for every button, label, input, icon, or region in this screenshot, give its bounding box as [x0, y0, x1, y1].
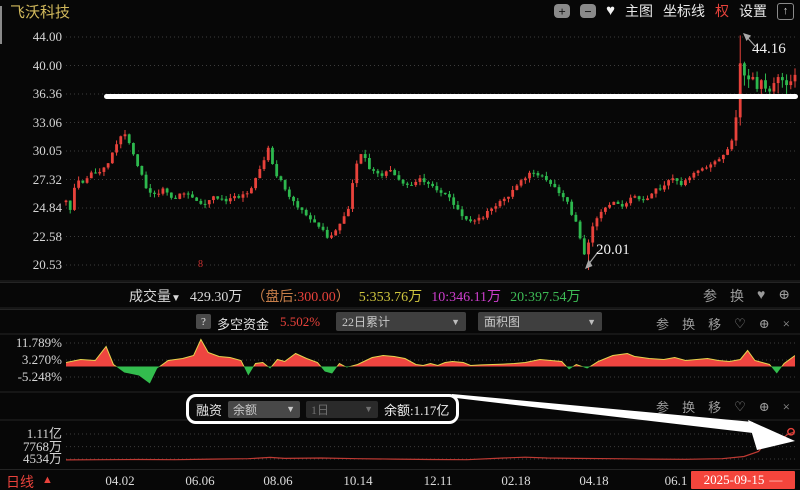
balance-dropdown[interactable]: 余额▼ [228, 401, 300, 418]
y-axis-label: 30.05 [0, 144, 62, 158]
y-axis-label: 27.32 [0, 173, 62, 187]
x-axis-date-label: 12.11 [424, 473, 453, 489]
param-button[interactable]: 参 [656, 314, 669, 333]
current-date-badge[interactable]: 2025-09-15— [691, 471, 795, 489]
volume-label: 成交量▼ [129, 286, 181, 306]
favorite-heart-icon[interactable]: ♥ [606, 3, 615, 20]
chevron-down-icon: ▼ [451, 317, 460, 327]
expand-icon[interactable]: ↑ [777, 3, 794, 20]
switch-button[interactable]: 换 [682, 314, 695, 333]
zoom-out-button[interactable]: − [580, 4, 596, 18]
chevron-down-icon: ▼ [364, 404, 373, 414]
duokong-actions: 参 换 移 ♡ ⊕ × [656, 314, 790, 333]
stock-chart-app: 飞沃科技 + − ♥ 主图 坐标线 权 设置 ↑ 成交量▼ 429.30万 （盘… [0, 0, 800, 490]
y-axis-label: 20.53 [0, 258, 62, 272]
volume-bar: 成交量▼ 429.30万 （盘后:300.00） 5:353.76万 10:34… [0, 282, 800, 308]
chevron-down-icon: ▼ [587, 317, 596, 327]
volume-ma20: 20:397.54万 [510, 286, 580, 306]
volume-ma10: 10:346.11万 [431, 286, 501, 306]
y-axis-label: 4534万 [0, 452, 62, 466]
y-axis-label: -5.248% [0, 370, 62, 384]
magnifier-plus-icon[interactable]: ⊕ [778, 287, 790, 304]
settings-button[interactable]: 设置 [739, 1, 767, 21]
rongzi-label: 融资 [196, 400, 222, 419]
rongzi-actions: 参 换 移 ♡ ⊕ × [656, 397, 790, 416]
period-dropdown[interactable]: 22日累计▼ [336, 312, 466, 331]
duokong-header: ? 多空资金 5.502% 22日累计▼ 面积图▼ 参 换 移 ♡ ⊕ × [0, 309, 800, 334]
y-axis-label: 36.36 [0, 87, 62, 101]
heart-outline-icon[interactable]: ♡ [734, 399, 746, 415]
zoom-in-button[interactable]: + [554, 4, 570, 18]
rongzi-line-series [66, 429, 795, 460]
candlestick-series [65, 35, 797, 270]
y-axis-label: 3.270% [0, 353, 62, 367]
stock-name: 飞沃科技 [10, 1, 70, 22]
duokong-label: 多空资金 [217, 314, 269, 333]
x-axis-date-label: 06.06 [185, 473, 214, 489]
switch-button[interactable]: 换 [730, 286, 744, 306]
y-axis-label: 40.00 [0, 59, 62, 73]
switch-button[interactable]: 换 [682, 397, 695, 416]
coordinate-line-button[interactable]: 坐标线 [663, 1, 705, 21]
x-axis-date-label: 04.02 [105, 473, 134, 489]
help-icon[interactable]: ? [196, 314, 211, 329]
x-axis-date-label: 08.06 [263, 473, 292, 489]
low-price-annotation: 20.01 [596, 242, 630, 259]
x-axis-date-label: 10.14 [343, 473, 372, 489]
volume-actions: 参 换 ♥ ⊕ [703, 286, 800, 306]
up-triangle-icon[interactable]: ▲ [42, 474, 53, 486]
after-hours-value: （盘后:300.00） [251, 286, 349, 306]
rights-adjust-button[interactable]: 权 [715, 1, 729, 21]
volume-value: 429.30万 [190, 286, 243, 306]
style-dropdown[interactable]: 面积图▼ [478, 312, 602, 331]
x-axis: 日线 ▲ 04.02 06.06 08.06 10.14 12.11 02.18 04.18… [0, 469, 800, 490]
top-toolbar: + − ♥ 主图 坐标线 权 设置 ↑ [554, 1, 794, 21]
heart-outline-icon[interactable]: ♡ [734, 316, 746, 332]
y-axis-label: 11.789% [0, 336, 62, 350]
drag-handle-icon: — [769, 472, 782, 488]
x-axis-date-label: 06.1 [665, 473, 688, 489]
chevron-down-icon: ▼ [286, 404, 295, 414]
move-button[interactable]: 移 [708, 314, 721, 333]
high-price-annotation: 44.16 [752, 41, 786, 58]
balance-value: 余额:1.17亿 [384, 400, 449, 419]
volume-ma5: 5:353.76万 [359, 286, 422, 306]
x-axis-date-label: 04.18 [579, 473, 608, 489]
x-axis-date-label: 02.18 [501, 473, 530, 489]
y-axis-label: 24.84 [0, 201, 62, 215]
y-axis-label: 44.00 [0, 30, 62, 44]
event-marker: 8 [198, 259, 203, 270]
duokong-value: 5.502% [280, 314, 320, 330]
main-chart-button[interactable]: 主图 [625, 1, 653, 21]
param-button[interactable]: 参 [703, 286, 717, 306]
interval-dropdown[interactable]: 1日▼ [306, 401, 378, 418]
magnifier-plus-icon[interactable]: ⊕ [759, 399, 770, 415]
param-button[interactable]: 参 [656, 397, 669, 416]
annotation-highlight-box: 融资 余额▼ 1日▼ 余额:1.17亿 [186, 394, 459, 424]
move-button[interactable]: 移 [708, 397, 721, 416]
close-icon[interactable]: × [783, 316, 790, 332]
magnifier-plus-icon[interactable]: ⊕ [759, 316, 770, 332]
y-axis-label: 22.58 [0, 230, 62, 244]
y-axis-label: 33.06 [0, 116, 62, 130]
top-header: 飞沃科技 + − ♥ 主图 坐标线 权 设置 ↑ [0, 0, 800, 22]
annotation-horizontal-line [104, 94, 798, 99]
close-icon[interactable]: × [783, 399, 790, 415]
heart-icon[interactable]: ♥ [757, 288, 765, 304]
period-tab-daily[interactable]: 日线 [6, 472, 34, 490]
rongzi-header: 融资 余额▼ 1日▼ 余额:1.17亿 参 换 移 ♡ ⊕ × [0, 393, 800, 420]
volume-arrow-icon[interactable]: ▼ [171, 293, 181, 304]
